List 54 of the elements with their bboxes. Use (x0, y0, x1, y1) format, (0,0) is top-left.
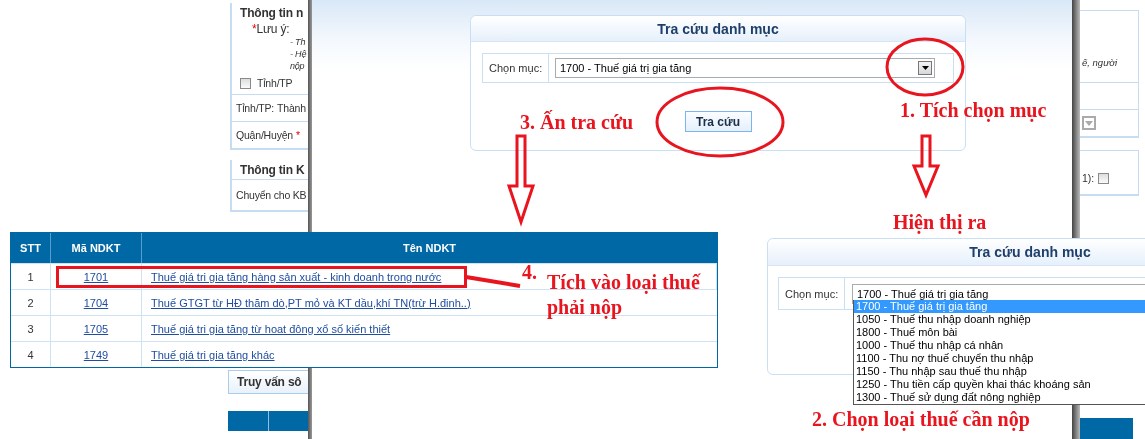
annotation-text: 3. Ấn tra cứu (520, 110, 634, 134)
field-value: Thành (277, 102, 306, 114)
dropdown-option[interactable]: 1000 - Thuế thu nhập cá nhân (854, 339, 1145, 352)
table-cell: 4 (11, 342, 51, 367)
down-arrow (911, 134, 941, 199)
panel-title: Tra cứu danh mục (969, 244, 1091, 260)
required-mark: * (252, 22, 257, 36)
table-cell: 1 (11, 264, 51, 289)
leader-line (465, 275, 521, 288)
annotation-text: 4. (522, 260, 537, 284)
section-title: Thông tin n (239, 5, 304, 22)
column-header: Mã NDKT (51, 233, 142, 263)
field-label: Tỉnh/TP: (236, 102, 275, 114)
dropdown-option[interactable]: 1050 - Thuế thu nhập doanh nghiệp (854, 313, 1145, 326)
code-link[interactable]: 1704 (83, 296, 109, 309)
note-text: - Th (289, 36, 306, 48)
tax-link[interactable]: Thuế giá tri gia tăng hàng sản xuất - kinh doanh trong nước (151, 270, 442, 283)
field-label: Chọn mục: (489, 62, 543, 74)
annotation-text: 1. Tích chọn mục (900, 98, 1047, 122)
checkbox[interactable] (1098, 173, 1110, 184)
tax-link[interactable]: Thuế giá tri gia tăng khác (151, 348, 275, 361)
annotation-text: Hiện thị ra (893, 210, 987, 234)
dropdown-option[interactable]: 1300 - Thuế sử dụng đất nông nghiệp (854, 391, 1145, 404)
required-mark: * (295, 129, 300, 141)
code-link[interactable]: 1705 (83, 322, 109, 335)
dropdown-option[interactable]: 1250 - Thu tiền cấp quyền khai thác khoáng sản (854, 378, 1145, 391)
note-label: Lưu ý: (256, 22, 290, 36)
table-cell: 2 (11, 290, 51, 315)
annotation-text: Tích vào loại thuế phải nộp (547, 270, 702, 320)
checkbox-label: Tỉnh/TP (257, 77, 293, 89)
checkbox[interactable] (240, 77, 251, 89)
note-text: - Hệ (289, 48, 307, 60)
field-label: Quận/Huyện (236, 129, 293, 141)
note-text: nộp (289, 60, 305, 72)
column-header: STT (11, 233, 51, 263)
dropdown-option[interactable]: 1800 - Thuế môn bài (854, 326, 1145, 339)
dropdown-option[interactable]: 1150 - Thu nhập sau thuế thu nhập (854, 365, 1145, 378)
code-link[interactable]: 1701 (83, 270, 109, 283)
section-title: Thông tin K (239, 162, 305, 179)
checkbox-label: 1): (1082, 172, 1095, 184)
search-button[interactable]: Tra cứu (684, 111, 752, 132)
field-label: Chọn mục: (785, 287, 839, 300)
tax-link[interactable]: Thuế giá tri gia tăng từ hoat đông xổ số kiến thiết (151, 322, 391, 335)
tax-link[interactable]: Thuế GTGT từ HĐ thăm dò,PT mỏ và KT dầu,khí TN(trừ H.đinh..) (151, 296, 471, 309)
field-label: Chuyển cho KB (236, 189, 307, 201)
code-link[interactable]: 1749 (83, 348, 109, 361)
table-header (1080, 418, 1133, 439)
annotation-text: 2. Chọn loại thuế cần nộp (812, 407, 1030, 431)
note-text: ế, người (1081, 56, 1119, 70)
table-cell: 3 (11, 316, 51, 341)
dropdown-option[interactable]: 1100 - Thu nợ thuế chuyển thu nhập (854, 352, 1145, 365)
select-field[interactable]: 1700 - Thuế giá trị gia tăng (555, 58, 935, 78)
column-header: Tên NDKT (401, 241, 458, 256)
panel-title: Tra cứu danh mục (657, 20, 779, 37)
